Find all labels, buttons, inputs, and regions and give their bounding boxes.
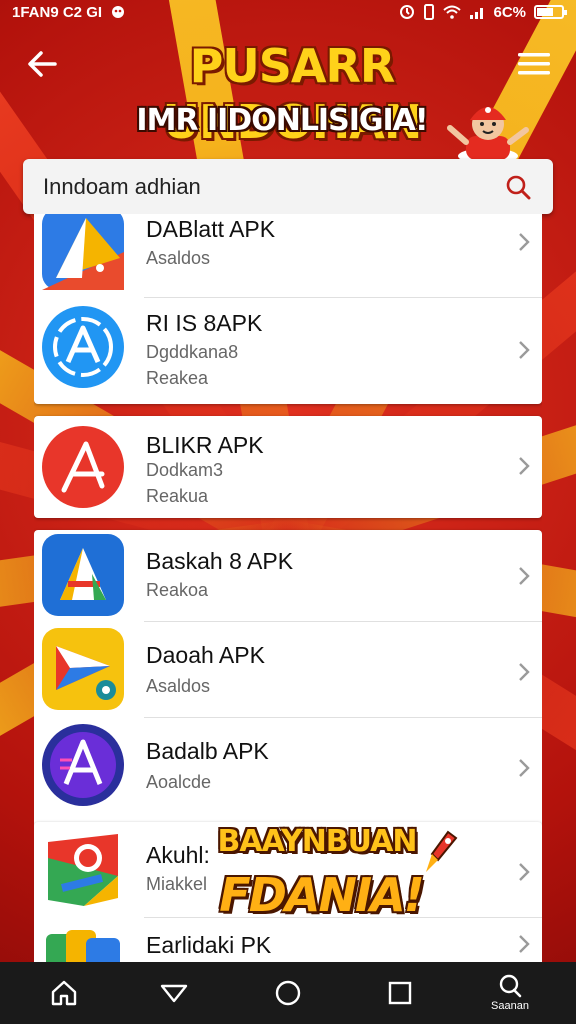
app-name: Badalb APK <box>146 738 269 764</box>
signal-icon <box>470 8 484 19</box>
play-store-app-icon <box>42 214 124 290</box>
red-a-app-icon <box>42 426 124 508</box>
search-icon <box>506 175 531 199</box>
list-item[interactable]: RI IS 8APK Dgddkana8 Reakea <box>34 298 542 404</box>
system-nav-bar: Saanan <box>0 962 576 1024</box>
files-app-icon <box>46 930 120 962</box>
square-recents-icon <box>388 981 412 1005</box>
app-meta: Reakoa <box>146 580 209 600</box>
nav-home-button[interactable] <box>24 962 104 1024</box>
list-item[interactable]: Daoah APK Asaldos <box>34 622 542 718</box>
app-name: Daoah APK <box>146 642 265 668</box>
battery-percent: 6C% <box>493 3 526 21</box>
page-subtitle: IMR IIDONLISIGIA! <box>136 103 428 138</box>
arrow-left-icon <box>28 51 57 77</box>
nav-circle-button[interactable] <box>248 962 328 1024</box>
purple-a-app-icon <box>42 724 124 806</box>
triangle-down-icon <box>160 984 188 1003</box>
app-meta: Aoalcde <box>146 772 212 792</box>
app-meta: Dodkam3 <box>146 460 224 480</box>
list-item[interactable]: DABlatt APK Asaldos <box>34 214 542 298</box>
search-input[interactable]: Inndoam adhian <box>43 174 503 200</box>
circle-home-icon <box>275 980 301 1006</box>
promo-line-1: BAAYNBUAN <box>217 824 418 859</box>
mascot-illustration <box>447 107 529 162</box>
app-name: Baskah 8 APK <box>146 548 294 574</box>
chevron-right-icon <box>519 233 530 251</box>
app-meta: Asaldos <box>146 676 211 696</box>
rocket-icon <box>426 830 458 872</box>
hamburger-menu-icon <box>518 53 550 75</box>
chevron-right-icon <box>519 863 530 881</box>
list-item[interactable]: Baskah 8 APK Reakoa <box>34 530 542 622</box>
chevron-right-icon <box>519 457 530 475</box>
app-store-a-app-icon <box>42 534 124 616</box>
app-meta: Reakua <box>146 486 209 506</box>
app-meta: Reakea <box>146 368 209 388</box>
list-item[interactable]: BLIKR APK Dodkam3 Reakua <box>34 416 542 518</box>
status-bar: 1FAN9 C2 GI 6C% <box>0 0 576 24</box>
alarm-icon <box>400 5 415 19</box>
app-meta: Miakkel <box>146 874 208 894</box>
search-bar[interactable]: Inndoam adhian <box>23 159 553 214</box>
home-icon <box>51 980 77 1006</box>
list-item[interactable]: Badalb APK Aoalcde <box>34 718 542 814</box>
chat-search-icon <box>499 974 522 998</box>
app-name: Akuhl: <box>146 842 210 868</box>
chevron-right-icon <box>519 759 530 777</box>
promo-banner[interactable]: BAAYNBUAN FDANIA! <box>212 820 458 944</box>
wifi-icon <box>443 5 462 19</box>
nav-down-button[interactable] <box>134 962 214 1024</box>
search-button[interactable] <box>503 172 533 202</box>
app-name: BLIKR APK <box>146 432 264 458</box>
app-card: DABlatt APK Asaldos RI IS 8APK Dgddkana8… <box>34 214 542 404</box>
app-name: RI IS 8APK <box>146 310 263 336</box>
status-left-text: 1FAN9 C2 GI <box>12 3 103 21</box>
menu-button[interactable] <box>514 44 554 84</box>
nav-recents-button[interactable] <box>360 962 440 1024</box>
battery-icon <box>534 5 567 19</box>
chevron-right-icon <box>519 935 530 953</box>
nav-account-label: Saanan <box>491 1000 529 1012</box>
chevron-right-icon <box>519 663 530 681</box>
app-name: DABlatt APK <box>146 216 276 242</box>
back-button[interactable] <box>22 44 62 84</box>
app-store-app-icon <box>42 306 124 388</box>
chevron-right-icon <box>519 567 530 585</box>
promo-line-2: FDANIA! <box>219 868 424 922</box>
header: PUSARR UNDOHAN IMR IIDONLISIGIA! <box>0 24 576 162</box>
chrome-like-app-icon <box>48 834 118 906</box>
app-meta: Dgddkana8 <box>146 342 239 362</box>
yellow-play-app-icon <box>42 628 124 710</box>
chevron-right-icon <box>519 341 530 359</box>
app-card: BLIKR APK Dodkam3 Reakua <box>34 416 542 518</box>
vibrate-icon <box>424 4 435 20</box>
nav-account-button[interactable]: Saanan <box>470 962 550 1024</box>
notification-icon <box>112 6 125 18</box>
app-meta: Asaldos <box>146 248 211 268</box>
